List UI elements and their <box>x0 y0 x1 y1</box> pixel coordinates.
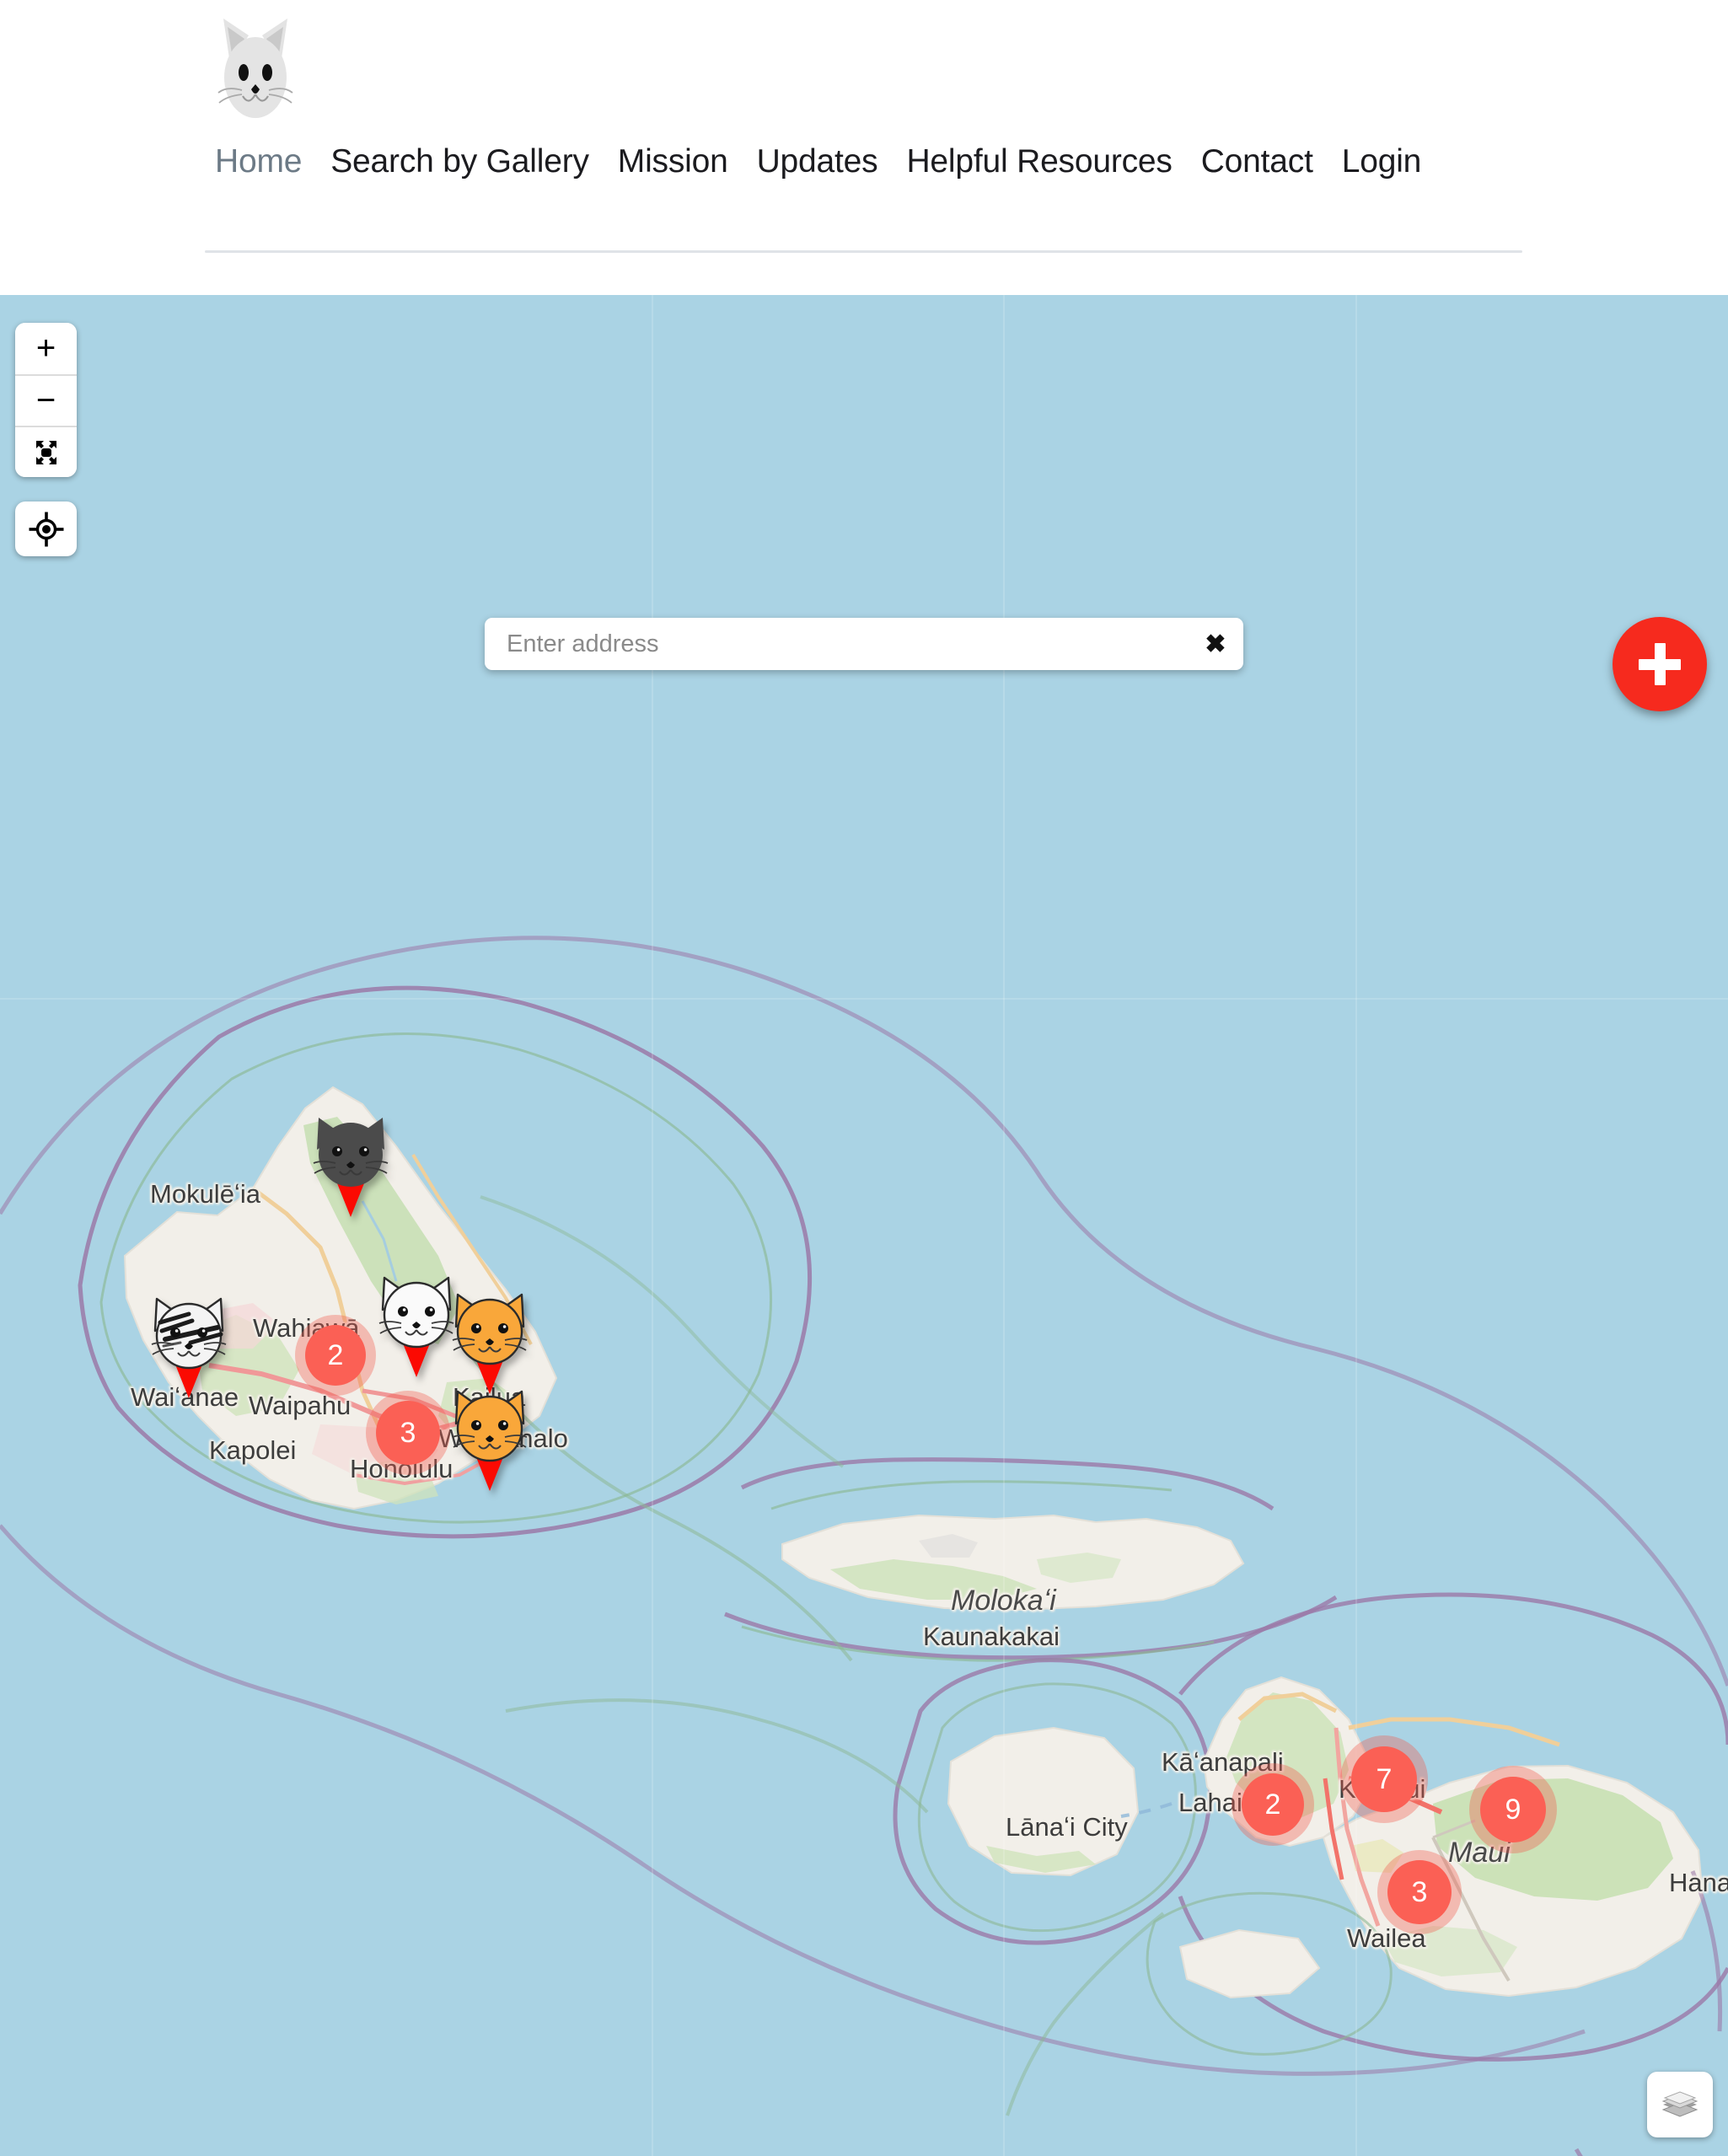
nav-link-login[interactable]: Login <box>1328 145 1436 178</box>
layers-stack-icon <box>1661 2091 1698 2117</box>
header-divider <box>205 250 1522 253</box>
cluster-count: 2 <box>305 1325 366 1386</box>
site-header: Home Search by Gallery Mission Updates H… <box>0 0 1728 295</box>
orange-cat-marker-kailua[interactable] <box>444 1290 535 1399</box>
nav-link-updates[interactable]: Updates <box>743 145 893 178</box>
cluster-count: 9 <box>1480 1777 1546 1842</box>
zoom-control: + − <box>15 323 77 477</box>
address-search: ✖ <box>485 618 1243 670</box>
map-tiles <box>0 295 1728 2156</box>
plus-icon <box>1654 643 1666 685</box>
locate-button[interactable] <box>15 501 77 556</box>
main-navigation: Home Search by Gallery Mission Updates H… <box>215 145 1436 178</box>
fullscreen-button[interactable] <box>15 426 77 477</box>
locate-crosshair-icon <box>29 512 63 546</box>
address-search-box: ✖ <box>485 618 1243 670</box>
zoom-out-button[interactable]: − <box>15 374 77 426</box>
cluster-marker[interactable]: 3 <box>1377 1850 1462 1934</box>
tile-seam-v <box>1003 295 1005 2156</box>
nav-link-helpful-resources[interactable]: Helpful Resources <box>892 145 1186 178</box>
search-input[interactable] <box>485 619 1188 669</box>
nav-link-home[interactable]: Home <box>215 145 316 178</box>
tile-seam-v <box>1355 295 1357 2156</box>
zoom-in-button[interactable]: + <box>15 323 77 374</box>
cluster-marker[interactable]: 7 <box>1340 1735 1428 1823</box>
cluster-marker[interactable]: 2 <box>295 1315 376 1396</box>
cluster-marker[interactable]: 2 <box>1232 1763 1314 1846</box>
tile-seam-v <box>652 295 653 2156</box>
site-logo[interactable] <box>205 12 306 130</box>
nav-link-mission[interactable]: Mission <box>604 145 743 178</box>
map-viewport[interactable]: Mokulēʻia Wahiawā Waiʻanae Waipahu Kapolei Ho… <box>0 295 1728 2156</box>
nav-link-search-by-gallery[interactable]: Search by Gallery <box>316 145 604 178</box>
tile-seam-h <box>0 998 1728 1000</box>
orange-cat-marker-waimanalo[interactable] <box>444 1386 535 1496</box>
layers-button[interactable] <box>1647 2072 1713 2137</box>
fullscreen-expand-icon <box>35 440 56 464</box>
tabby-cat-marker[interactable] <box>143 1294 234 1403</box>
add-report-button[interactable] <box>1613 617 1707 711</box>
cluster-marker[interactable]: 9 <box>1469 1766 1557 1853</box>
dark-gray-cat-marker[interactable] <box>305 1113 396 1222</box>
cluster-count: 7 <box>1351 1746 1417 1812</box>
clear-search-button[interactable]: ✖ <box>1188 618 1243 670</box>
cluster-count: 3 <box>376 1401 440 1465</box>
cluster-count: 2 <box>1242 1773 1304 1836</box>
cluster-marker[interactable]: 3 <box>366 1391 450 1475</box>
cat-head-logo-icon <box>217 19 293 118</box>
cluster-count: 3 <box>1387 1860 1452 1924</box>
nav-link-contact[interactable]: Contact <box>1187 145 1328 178</box>
